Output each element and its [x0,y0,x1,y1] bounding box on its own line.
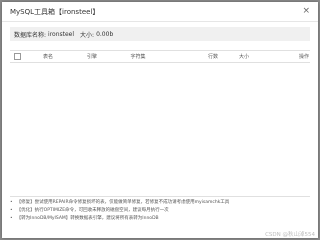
watermark: CSDN @秋山淖554 [265,232,315,238]
database-name-label: 数据库名称: [14,31,47,39]
column-header-table-name: 表名 [42,54,53,60]
column-header-rows: 行数 [207,54,218,60]
column-header-actions: 操作 [298,54,309,60]
table-header-row: 表名 引擎 字符集 行数 大小 操作 [10,50,310,63]
note-repair: 【修复】尝试使用REPAIR命令修复损坏的表，仅能做简单修复，若修复不成功请考虑… [10,199,310,207]
database-size-value: 0.00b [96,30,114,38]
close-icon[interactable]: × [302,7,310,16]
dialog-title: MySQL工具箱【ironsteel】 [10,7,100,16]
dialog-header: MySQL工具箱【ironsteel】 × [2,2,318,22]
database-info-bar: 数据库名称: ironsteel 大小: 0.00b [10,27,310,41]
tables-table: 表名 引擎 字符集 行数 大小 操作 [10,50,310,63]
note-optimize: 【优化】执行OPTIMIZE命令，可回收未释放的磁盘空间，建议每月执行一次 [10,207,310,215]
select-all-checkbox[interactable] [13,53,21,60]
column-header-charset: 字符集 [130,54,146,60]
column-header-size: 大小 [238,54,249,60]
notes-list: 【修复】尝试使用REPAIR命令修复损坏的表，仅能做简单修复，若修复不成功请考虑… [10,199,310,223]
note-convert-engine: 【转为InnoDB/MyISAM】转换数据表引擎，建议将所有表转为InnoDB [10,215,310,223]
database-size-label: 大小: [80,31,95,39]
database-name-value: ironsteel [48,30,75,38]
select-all-cell [10,51,24,63]
mysql-toolbox-dialog: MySQL工具箱【ironsteel】 × 数据库名称: ironsteel 大… [2,2,318,238]
table-body-empty [10,71,310,197]
column-header-engine: 引擎 [86,54,97,60]
